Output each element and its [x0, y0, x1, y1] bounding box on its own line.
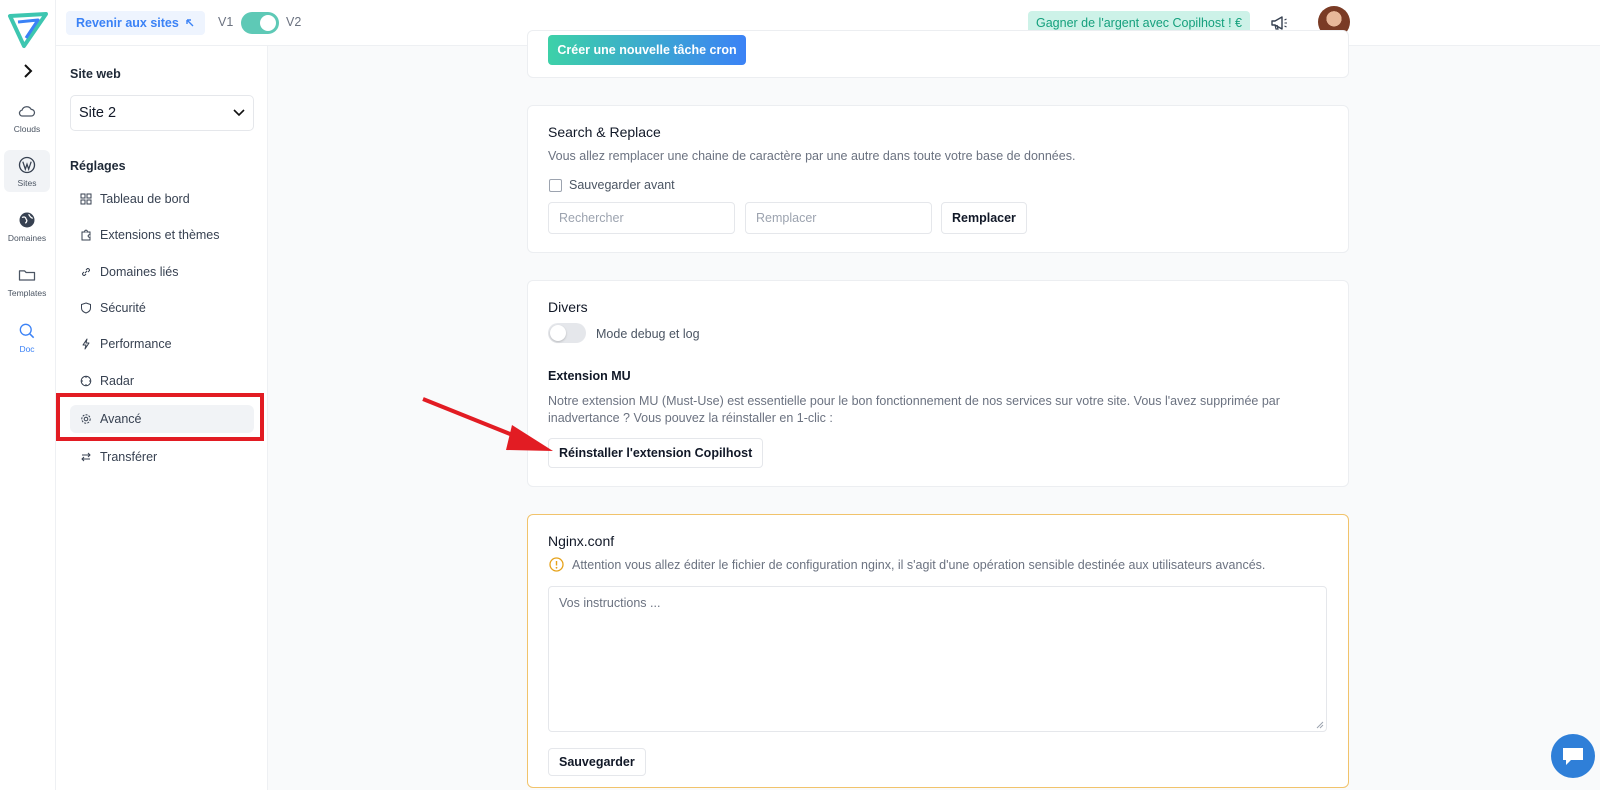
highlight-annotation	[56, 393, 264, 441]
folder-icon	[18, 269, 36, 281]
sidebar-item-performance[interactable]: Performance	[70, 330, 254, 358]
sidebar-item-label: Domaines liés	[100, 265, 179, 279]
rail-item-clouds[interactable]: Clouds	[4, 96, 50, 138]
site-heading: Site web	[70, 67, 121, 81]
v2-label: V2	[286, 15, 302, 29]
cloud-icon	[18, 105, 36, 117]
sidebar-item-label: Performance	[100, 337, 172, 351]
mu-extension-description-line1: Notre extension MU (Must-Use) est essent…	[548, 394, 1280, 408]
reinstall-extension-button[interactable]: Réinstaller l'extension Copilhost	[548, 438, 764, 468]
rail-item-templates[interactable]: Templates	[4, 260, 50, 302]
icon-rail: Clouds Sites Domaines Templates Doc	[0, 0, 56, 790]
copilhost-logo[interactable]	[6, 10, 50, 50]
back-to-sites-button[interactable]: Revenir aux sites	[66, 11, 205, 35]
divers-card: Divers Mode debug et log Extension MU No…	[527, 280, 1349, 487]
settings-heading: Réglages	[70, 159, 126, 173]
back-to-sites-label: Revenir aux sites	[76, 16, 179, 30]
dashboard-icon	[80, 193, 92, 205]
debug-toggle[interactable]	[548, 323, 586, 343]
v1-label: V1	[218, 15, 234, 29]
shield-icon	[81, 302, 91, 314]
warning-icon	[549, 557, 564, 572]
divers-title: Divers	[548, 299, 588, 315]
expand-chevron-icon[interactable]	[17, 60, 39, 82]
red-arrow-annotation	[422, 397, 553, 451]
bolt-icon	[82, 338, 90, 350]
arrow-up-left-icon	[186, 19, 194, 27]
sidebar-item-label: Sécurité	[100, 301, 146, 315]
debug-label: Mode debug et log	[596, 327, 700, 341]
sidebar-item-label: Tableau de bord	[100, 192, 190, 206]
rail-item-sites[interactable]: Sites	[4, 150, 50, 192]
search-input[interactable]: Rechercher	[548, 202, 735, 234]
transfer-icon	[81, 452, 91, 462]
rail-label: Clouds	[13, 123, 41, 134]
sidebar-item-transferer[interactable]: Transférer	[70, 443, 254, 471]
sidebar-item-label: Transférer	[100, 450, 158, 464]
nginx-card: Nginx.conf Attention vous allez éditer l…	[527, 514, 1349, 788]
wordpress-icon	[18, 156, 36, 173]
sidebar-item-tableau-de-bord[interactable]: Tableau de bord	[70, 185, 254, 213]
mu-extension-title: Extension MU	[548, 369, 631, 383]
search-replace-title: Search & Replace	[548, 124, 661, 140]
sidebar-item-domaines-lies[interactable]: Domaines liés	[70, 258, 254, 286]
chevron-down-icon	[233, 109, 245, 117]
chat-icon	[1563, 748, 1583, 765]
site-select-value: Site 2	[79, 105, 117, 121]
radar-icon	[80, 375, 92, 387]
rail-label: Templates	[7, 287, 47, 298]
chat-button[interactable]	[1551, 734, 1595, 778]
sidebar-item-radar[interactable]: Radar	[70, 367, 254, 395]
sidebar-item-label: Radar	[100, 374, 135, 388]
globe-icon	[19, 212, 35, 227]
backup-label: Sauvegarder avant	[569, 178, 675, 192]
rail-label: Sites	[17, 177, 37, 188]
search-replace-card: Search & Replace Vous allez remplacer un…	[527, 105, 1349, 253]
nginx-title: Nginx.conf	[548, 533, 615, 549]
puzzle-icon	[81, 229, 91, 241]
sidebar-item-extensions[interactable]: Extensions et thèmes	[70, 221, 254, 249]
resize-grip-icon[interactable]	[1316, 721, 1324, 729]
backup-checkbox[interactable]	[549, 179, 562, 192]
sidebar-item-label: Extensions et thèmes	[100, 228, 220, 242]
sidebar-item-securite[interactable]: Sécurité	[70, 294, 254, 322]
search-replace-description: Vous allez remplacer une chaine de carac…	[548, 149, 1076, 163]
rail-label: Domaines	[7, 232, 47, 243]
replace-input[interactable]: Remplacer	[745, 202, 932, 234]
version-toggle[interactable]	[241, 12, 279, 34]
rail-item-domaines[interactable]: Domaines	[4, 205, 50, 247]
site-select[interactable]: Site 2	[70, 95, 254, 131]
rail-item-doc[interactable]: Doc	[4, 316, 50, 358]
nginx-save-button[interactable]: Sauvegarder	[548, 748, 646, 776]
nginx-textarea-placeholder: Vos instructions ...	[559, 596, 661, 610]
cron-card: Créer une nouvelle tâche cron	[527, 30, 1349, 78]
mu-extension-description-line2: inadvertance ? Vous pouvez la réinstalle…	[548, 411, 833, 425]
create-cron-button[interactable]: Créer une nouvelle tâche cron	[548, 35, 746, 65]
nginx-instructions-textarea[interactable]: Vos instructions ...	[548, 586, 1327, 732]
link-icon	[82, 268, 90, 276]
nginx-warning-text: Attention vous allez éditer le fichier d…	[572, 558, 1266, 572]
rail-label: Doc	[19, 343, 35, 354]
search-icon	[19, 323, 35, 338]
replace-button[interactable]: Remplacer	[941, 202, 1027, 234]
